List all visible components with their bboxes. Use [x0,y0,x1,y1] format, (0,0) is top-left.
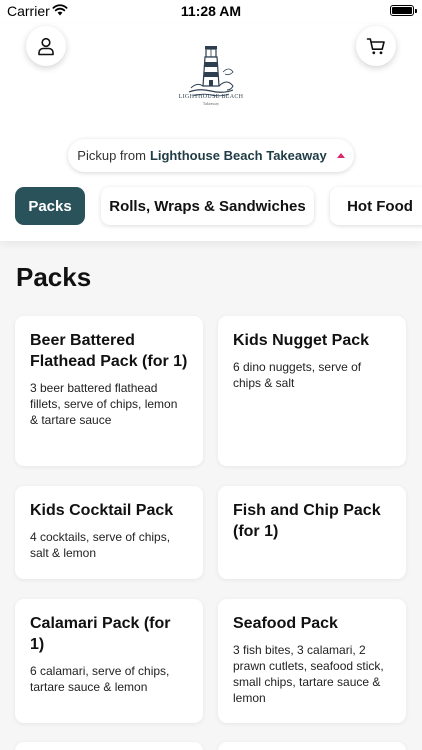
pickup-location-selector[interactable]: Pickup from Lighthouse Beach Takeaway [68,139,354,172]
section-title: Packs [16,262,92,292]
status-bar: Carrier 11:28 AM [0,0,422,24]
product-description: 6 dino nuggets, serve of chips & salt [233,360,362,390]
product-card[interactable]: Beer Battered Flathead Pack (for 1) 3 be… [15,316,203,466]
cart-button[interactable] [356,26,396,66]
product-card[interactable]: Seafood Pack 3 fish bites, 3 calamari, 2… [218,599,406,723]
product-description: 4 cocktails, serve of chips, salt & lemo… [30,530,171,560]
product-card[interactable] [15,742,203,750]
profile-button[interactable] [26,26,66,66]
logo-subtext: Takeaway [202,101,220,106]
product-description: 6 calamari, serve of chips, tartare sauc… [30,664,170,694]
battery-icon [390,5,417,16]
caret-up-icon [336,152,345,158]
product-name: Seafood Pack [233,615,338,632]
cart-icon [366,38,385,55]
user-icon [38,37,54,56]
header: LIGHTHOUSE BEACH Takeaway Pickup from Li… [0,24,422,241]
product-card[interactable]: Fish and Chip Pack (for 1) [218,486,406,579]
status-time: 11:28 AM [180,3,242,19]
product-card[interactable]: Kids Cocktail Pack 4 cocktails, serve of… [15,486,203,579]
product-name: Fish and Chip Pack (for 1) [233,502,381,540]
logo-text: LIGHTHOUSE BEACH [178,94,244,100]
tab-rolls-wraps-sandwiches[interactable]: Rolls, Wraps & Sandwiches [101,187,314,225]
product-card[interactable] [218,742,406,750]
product-name: Kids Cocktail Pack [30,502,174,519]
category-tabs: Packs Rolls, Wraps & Sandwiches Hot Food [0,187,422,227]
product-name: Kids Nugget Pack [233,332,370,349]
product-description: 3 beer battered flathead fillets, serve … [30,381,178,427]
product-card[interactable]: Calamari Pack (for 1) 6 calamari, serve … [15,599,203,723]
product-description: 3 fish bites, 3 calamari, 2 prawn cutlet… [233,643,384,705]
lighthouse-logo [188,46,234,97]
product-card[interactable]: Kids Nugget Pack 6 dino nuggets, serve o… [218,316,406,466]
pickup-store-name: Lighthouse Beach Takeaway [149,148,327,163]
tab-packs[interactable]: Packs [15,187,85,225]
pickup-prefix: Pickup from [77,148,146,163]
tab-hot-food[interactable]: Hot Food [330,187,422,225]
product-name: Beer Battered Flathead Pack (for 1) [30,332,188,370]
product-name: Calamari Pack (for 1) [30,615,171,653]
